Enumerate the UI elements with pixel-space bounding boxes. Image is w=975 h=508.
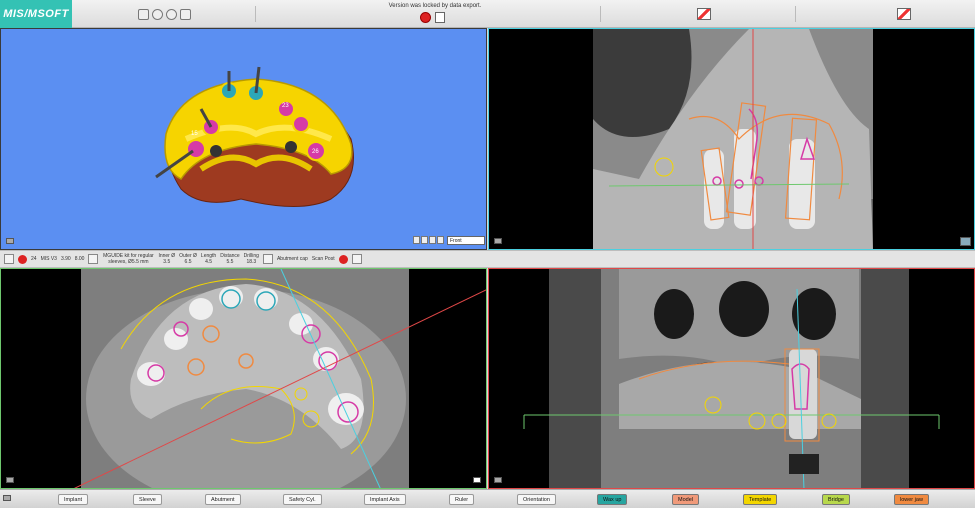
toolbar-divider bbox=[795, 6, 796, 22]
top-toolbar: MIS/MSOFT Version was locked by data exp… bbox=[0, 0, 975, 28]
toolbar-icon-group bbox=[138, 9, 191, 20]
tooth-label: 23 bbox=[282, 103, 289, 109]
report-icon[interactable] bbox=[697, 8, 711, 20]
distance: Distance 5.5 bbox=[220, 253, 240, 265]
inner-diameter: Inner Ø 3.5 bbox=[158, 253, 176, 265]
kit-icon bbox=[88, 254, 99, 264]
bridge-button[interactable]: Bridge bbox=[822, 494, 850, 505]
abutment-icon[interactable] bbox=[262, 254, 273, 264]
viewport-panoramic[interactable] bbox=[488, 28, 975, 250]
info-icon[interactable] bbox=[152, 9, 163, 20]
grid-icon[interactable] bbox=[138, 9, 149, 20]
template-button[interactable]: Template bbox=[743, 494, 778, 505]
view-tool-icon[interactable] bbox=[429, 236, 436, 244]
cbct-axial-image bbox=[73, 269, 486, 488]
implant-system: MIS V3 bbox=[40, 256, 57, 262]
locked-message: Version was locked by data export. bbox=[388, 3, 482, 9]
lower-jaw-region bbox=[789, 454, 819, 474]
implant-diameter: 3.90 bbox=[60, 256, 71, 262]
abutment-cap[interactable]: Abutment cap bbox=[277, 256, 308, 262]
view-tool-icon[interactable] bbox=[421, 236, 428, 244]
cbct-panoramic-image bbox=[593, 29, 873, 249]
lock-icon[interactable] bbox=[338, 254, 348, 264]
viewport-cross-section[interactable] bbox=[488, 268, 975, 489]
implant-button[interactable]: Implant bbox=[58, 494, 89, 505]
view-tool-icon[interactable] bbox=[413, 236, 420, 244]
viewport-axial[interactable] bbox=[0, 268, 487, 489]
lock-icon[interactable] bbox=[18, 254, 27, 264]
toolbar-divider bbox=[600, 6, 601, 22]
viewport-corner-icon[interactable] bbox=[494, 238, 502, 244]
lower-jaw-button[interactable]: lower jaw bbox=[894, 494, 929, 505]
ruler-button[interactable]: Ruler bbox=[449, 494, 475, 505]
safety-cylinder-button[interactable]: Safety Cyl. bbox=[283, 494, 322, 505]
viewport-corner-icon[interactable] bbox=[494, 477, 502, 483]
view-tools bbox=[413, 236, 444, 244]
sleeve-length: Length 4.5 bbox=[200, 253, 217, 265]
menu-icon[interactable] bbox=[4, 254, 14, 264]
3d-model: 15 23 26 bbox=[155, 66, 354, 207]
settings-icon[interactable] bbox=[351, 254, 362, 264]
orientation-button[interactable]: Orientation bbox=[517, 494, 556, 505]
model-button[interactable]: Model bbox=[672, 494, 699, 505]
app-window: MIS/MSOFT Version was locked by data exp… bbox=[0, 0, 975, 508]
implant-length: 8.00 bbox=[74, 256, 85, 262]
drilling: Drilling 18.3 bbox=[243, 253, 259, 265]
wax-up-button[interactable]: Wax up bbox=[597, 494, 628, 505]
lock-icons bbox=[420, 12, 445, 23]
toolbar-divider bbox=[255, 6, 256, 22]
bottom-toolbar: Implant Sleeve Abutment Safety Cyl. Impl… bbox=[0, 489, 975, 508]
menu-icon[interactable] bbox=[3, 495, 11, 501]
fullscreen-icon[interactable] bbox=[473, 477, 481, 483]
cbct-cross-section-image bbox=[523, 269, 940, 488]
glasses-icon[interactable] bbox=[166, 9, 177, 20]
order-icon[interactable] bbox=[897, 8, 911, 20]
outer-diameter: Outer Ø 6.5 bbox=[179, 253, 197, 265]
view-direction-select[interactable]: Front bbox=[447, 236, 485, 245]
guide-kit: MGUIDE kit for regular sleeves, Ø5.5 mm bbox=[103, 253, 154, 265]
abutment-button[interactable]: Abutment bbox=[205, 494, 241, 505]
viewport-corner-icon[interactable] bbox=[6, 238, 14, 244]
tooth-label: 15 bbox=[191, 131, 198, 137]
tooth-label: 26 bbox=[312, 149, 319, 155]
mis-logo: MIS/MSOFT bbox=[0, 0, 72, 28]
camera-icon[interactable] bbox=[180, 9, 191, 20]
view-tool-icon[interactable] bbox=[437, 236, 444, 244]
fullscreen-icon[interactable] bbox=[960, 237, 971, 246]
implant-axis-button[interactable]: Implant Axis bbox=[364, 494, 406, 505]
scan-post[interactable]: Scan Post bbox=[312, 256, 335, 262]
tooth-number: 24 bbox=[31, 256, 37, 262]
viewport-corner-icon[interactable] bbox=[6, 477, 14, 483]
lock-icon[interactable] bbox=[420, 12, 431, 23]
sleeve-button[interactable]: Sleeve bbox=[133, 494, 162, 505]
implant-info-bar: 24 MIS V3 3.90 8.00 MGUIDE kit for regul… bbox=[0, 250, 975, 268]
export-document-icon[interactable] bbox=[435, 12, 445, 23]
viewport-3d[interactable]: 15 23 26 bbox=[0, 28, 487, 250]
